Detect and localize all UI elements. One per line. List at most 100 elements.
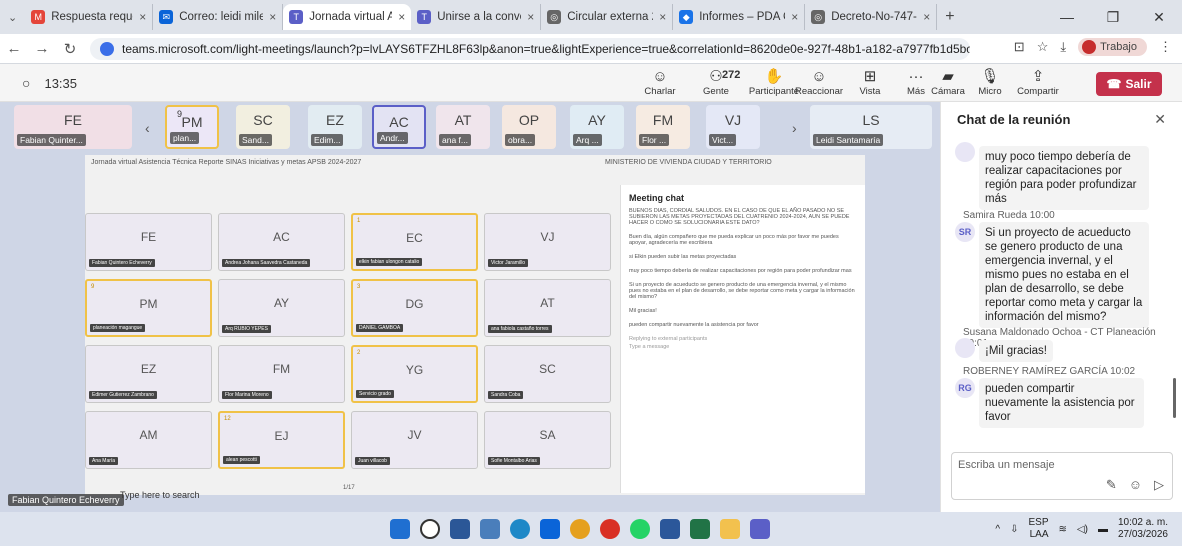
participant-name: ana f... bbox=[439, 134, 471, 146]
chrome-profile-icon[interactable] bbox=[600, 519, 620, 539]
compose-box[interactable]: Escriba un mensaje ✎ ☺ ▷ bbox=[951, 452, 1173, 500]
people-button[interactable]: ⚇ Gente 272 bbox=[686, 68, 746, 97]
tab-close-icon[interactable]: × bbox=[139, 10, 146, 24]
shared-tile-initials: SA bbox=[539, 428, 556, 442]
toolbar-label: Compartir bbox=[1017, 86, 1059, 97]
start-icon[interactable] bbox=[390, 519, 410, 539]
restore-icon[interactable]: ❐ bbox=[1090, 9, 1136, 26]
excel-icon[interactable] bbox=[690, 519, 710, 539]
participant-initials: PM bbox=[181, 114, 203, 130]
whatsapp-icon[interactable] bbox=[630, 519, 650, 539]
battery-icon[interactable]: ▬ bbox=[1098, 524, 1108, 535]
participant-tile[interactable]: SC Sand... bbox=[236, 105, 290, 149]
participant-initials: OP bbox=[518, 112, 540, 128]
chat-scrollbar[interactable] bbox=[1173, 378, 1176, 418]
shared-video-tile: SC Sandra Coba bbox=[484, 345, 611, 403]
reload-icon[interactable]: ↻ bbox=[56, 40, 84, 58]
profile-button[interactable]: Trabajo bbox=[1078, 38, 1147, 56]
chrome-icon[interactable] bbox=[570, 519, 590, 539]
browser-tab-bar: ⌄ M Respuesta requerimi × ✉ Correo: leidi mi… bbox=[0, 0, 1182, 34]
url-field[interactable]: teams.microsoft.com/light-meetings/launc… bbox=[90, 37, 970, 60]
tab-close-icon[interactable]: × bbox=[269, 10, 276, 24]
outlook-icon[interactable] bbox=[540, 519, 560, 539]
share-button[interactable]: ⇪ Compartir bbox=[1008, 68, 1068, 97]
send-icon[interactable]: ▷ bbox=[1154, 477, 1164, 493]
shared-tile-name: Sandra Coba bbox=[488, 391, 524, 399]
word-icon[interactable] bbox=[660, 519, 680, 539]
shared-chat-line: pueden compartir nuevamente la asistenci… bbox=[629, 322, 759, 328]
tab-menu-icon[interactable]: ⌄ bbox=[8, 11, 17, 24]
raised-hand-count: 1 bbox=[357, 218, 361, 224]
browser-tab[interactable]: ◎ Circular externa 2026 × bbox=[541, 4, 674, 30]
browser-tab[interactable]: M Respuesta requerimi × bbox=[25, 4, 154, 30]
meeting-chat-panel: Chat de la reunión ✕ muy poco tiempo deb… bbox=[940, 102, 1182, 512]
participant-strip: ‹ › FE Fabian Quinter... PM plan... 9 SC Sand.… bbox=[0, 102, 940, 152]
tray-chevron-icon[interactable]: ^ bbox=[995, 524, 1000, 535]
participant-tile[interactable]: PM plan... 9 bbox=[165, 105, 219, 149]
shared-ministry: MINISTERIO DE VIVIENDA CIUDAD Y TERRITOR… bbox=[605, 159, 772, 166]
shared-tile-initials: AM bbox=[139, 428, 158, 442]
browser-tab[interactable]: ✉ Correo: leidi milena × bbox=[153, 4, 284, 30]
tab-close-icon[interactable]: × bbox=[923, 10, 930, 24]
back-icon[interactable]: ← bbox=[0, 40, 28, 57]
chat-message: Si un proyecto de acueducto se genero pr… bbox=[979, 222, 1149, 328]
shared-tile-name: Sofie Montalbo Arias bbox=[488, 457, 540, 465]
chat-header: Chat de la reunión ✕ bbox=[941, 102, 1182, 136]
edge-icon[interactable] bbox=[510, 519, 530, 539]
participant-tile[interactable]: LS Leidi Santamaría bbox=[810, 105, 932, 149]
translate-icon[interactable]: ⊡ bbox=[1014, 39, 1025, 55]
explorer-icon[interactable] bbox=[720, 519, 740, 539]
tab-close-icon[interactable]: × bbox=[527, 10, 534, 24]
teams-icon[interactable] bbox=[750, 519, 770, 539]
participant-tile[interactable]: VJ Vict... bbox=[706, 105, 760, 149]
browser-tab[interactable]: ◎ Decreto-No-747-de × bbox=[805, 4, 938, 30]
browser-tab[interactable]: T Unirse a la conversac × bbox=[411, 4, 542, 30]
wifi-icon[interactable]: ≋ bbox=[1059, 524, 1067, 535]
new-tab-button[interactable]: + bbox=[945, 8, 954, 26]
close-chat-icon[interactable]: ✕ bbox=[1154, 111, 1166, 128]
participant-tile[interactable]: FE Fabian Quinter... bbox=[14, 105, 132, 149]
participant-tile[interactable]: OP obra... bbox=[502, 105, 556, 149]
emoji-icon[interactable]: ☺ bbox=[1129, 477, 1142, 493]
minimize-icon[interactable]: — bbox=[1044, 9, 1090, 25]
shared-tile-initials: YG bbox=[405, 363, 424, 377]
format-icon[interactable]: ✎ bbox=[1106, 477, 1117, 493]
forward-icon[interactable]: → bbox=[28, 40, 56, 57]
tab-close-icon[interactable]: × bbox=[791, 10, 798, 24]
participant-tile[interactable]: AT ana f... bbox=[436, 105, 490, 149]
participant-tile[interactable]: FM Flor ... bbox=[636, 105, 690, 149]
store-icon[interactable] bbox=[480, 519, 500, 539]
tab-favicon-icon: T bbox=[289, 10, 304, 24]
tab-close-icon[interactable]: × bbox=[398, 10, 405, 24]
leave-button[interactable]: ☎ Salir bbox=[1096, 72, 1162, 96]
participant-tile[interactable]: AC Andr... bbox=[372, 105, 426, 149]
tab-close-icon[interactable]: × bbox=[659, 10, 666, 24]
volume-icon[interactable]: ◁) bbox=[1077, 524, 1088, 535]
participant-tile[interactable]: AY Arq ... bbox=[570, 105, 624, 149]
strip-next-icon[interactable]: › bbox=[792, 120, 797, 136]
taskbar-search-hint[interactable]: Type here to search bbox=[120, 490, 200, 500]
shared-chat-line: Buen día, algún compañero que me pueda e… bbox=[629, 234, 839, 246]
shared-tile-name: Servicio grado bbox=[356, 390, 394, 398]
language-indicator[interactable]: ESP LAA bbox=[1029, 517, 1049, 541]
toolbar-label: Vista bbox=[859, 86, 881, 97]
usb-icon[interactable]: ⇩ bbox=[1010, 524, 1018, 535]
close-window-icon[interactable]: ✕ bbox=[1136, 9, 1182, 26]
browser-tab[interactable]: ◆ Informes – PDA Cap × bbox=[673, 4, 806, 30]
participant-tile[interactable]: EZ Edim... bbox=[308, 105, 362, 149]
browser-tab[interactable]: T Jornada virtual A × bbox=[283, 4, 412, 30]
site-info-icon[interactable] bbox=[100, 41, 114, 56]
taskbar-clock[interactable]: 10:02 a. m. 27/03/2026 bbox=[1118, 517, 1168, 541]
chat-button[interactable]: ☺ Charlar bbox=[630, 68, 690, 97]
shared-tile-initials: PM bbox=[139, 297, 158, 311]
strip-prev-icon[interactable]: ‹ bbox=[145, 120, 150, 136]
task-view-icon[interactable] bbox=[450, 519, 470, 539]
star-icon[interactable]: ☆ bbox=[1037, 39, 1049, 55]
system-tray: ^ ⇩ ESP LAA ≋ ◁) ▬ 10:02 a. m. 27/03/2026 bbox=[995, 517, 1168, 541]
shared-tile-initials: VJ bbox=[540, 230, 555, 244]
search-icon[interactable] bbox=[420, 519, 440, 539]
menu-icon[interactable]: ⋮ bbox=[1159, 39, 1172, 55]
participant-name: Sand... bbox=[239, 134, 272, 146]
download-icon[interactable]: ⤓ bbox=[1060, 39, 1066, 55]
shared-tile-name: Edimer Gutierrez Zambrano bbox=[89, 391, 157, 399]
